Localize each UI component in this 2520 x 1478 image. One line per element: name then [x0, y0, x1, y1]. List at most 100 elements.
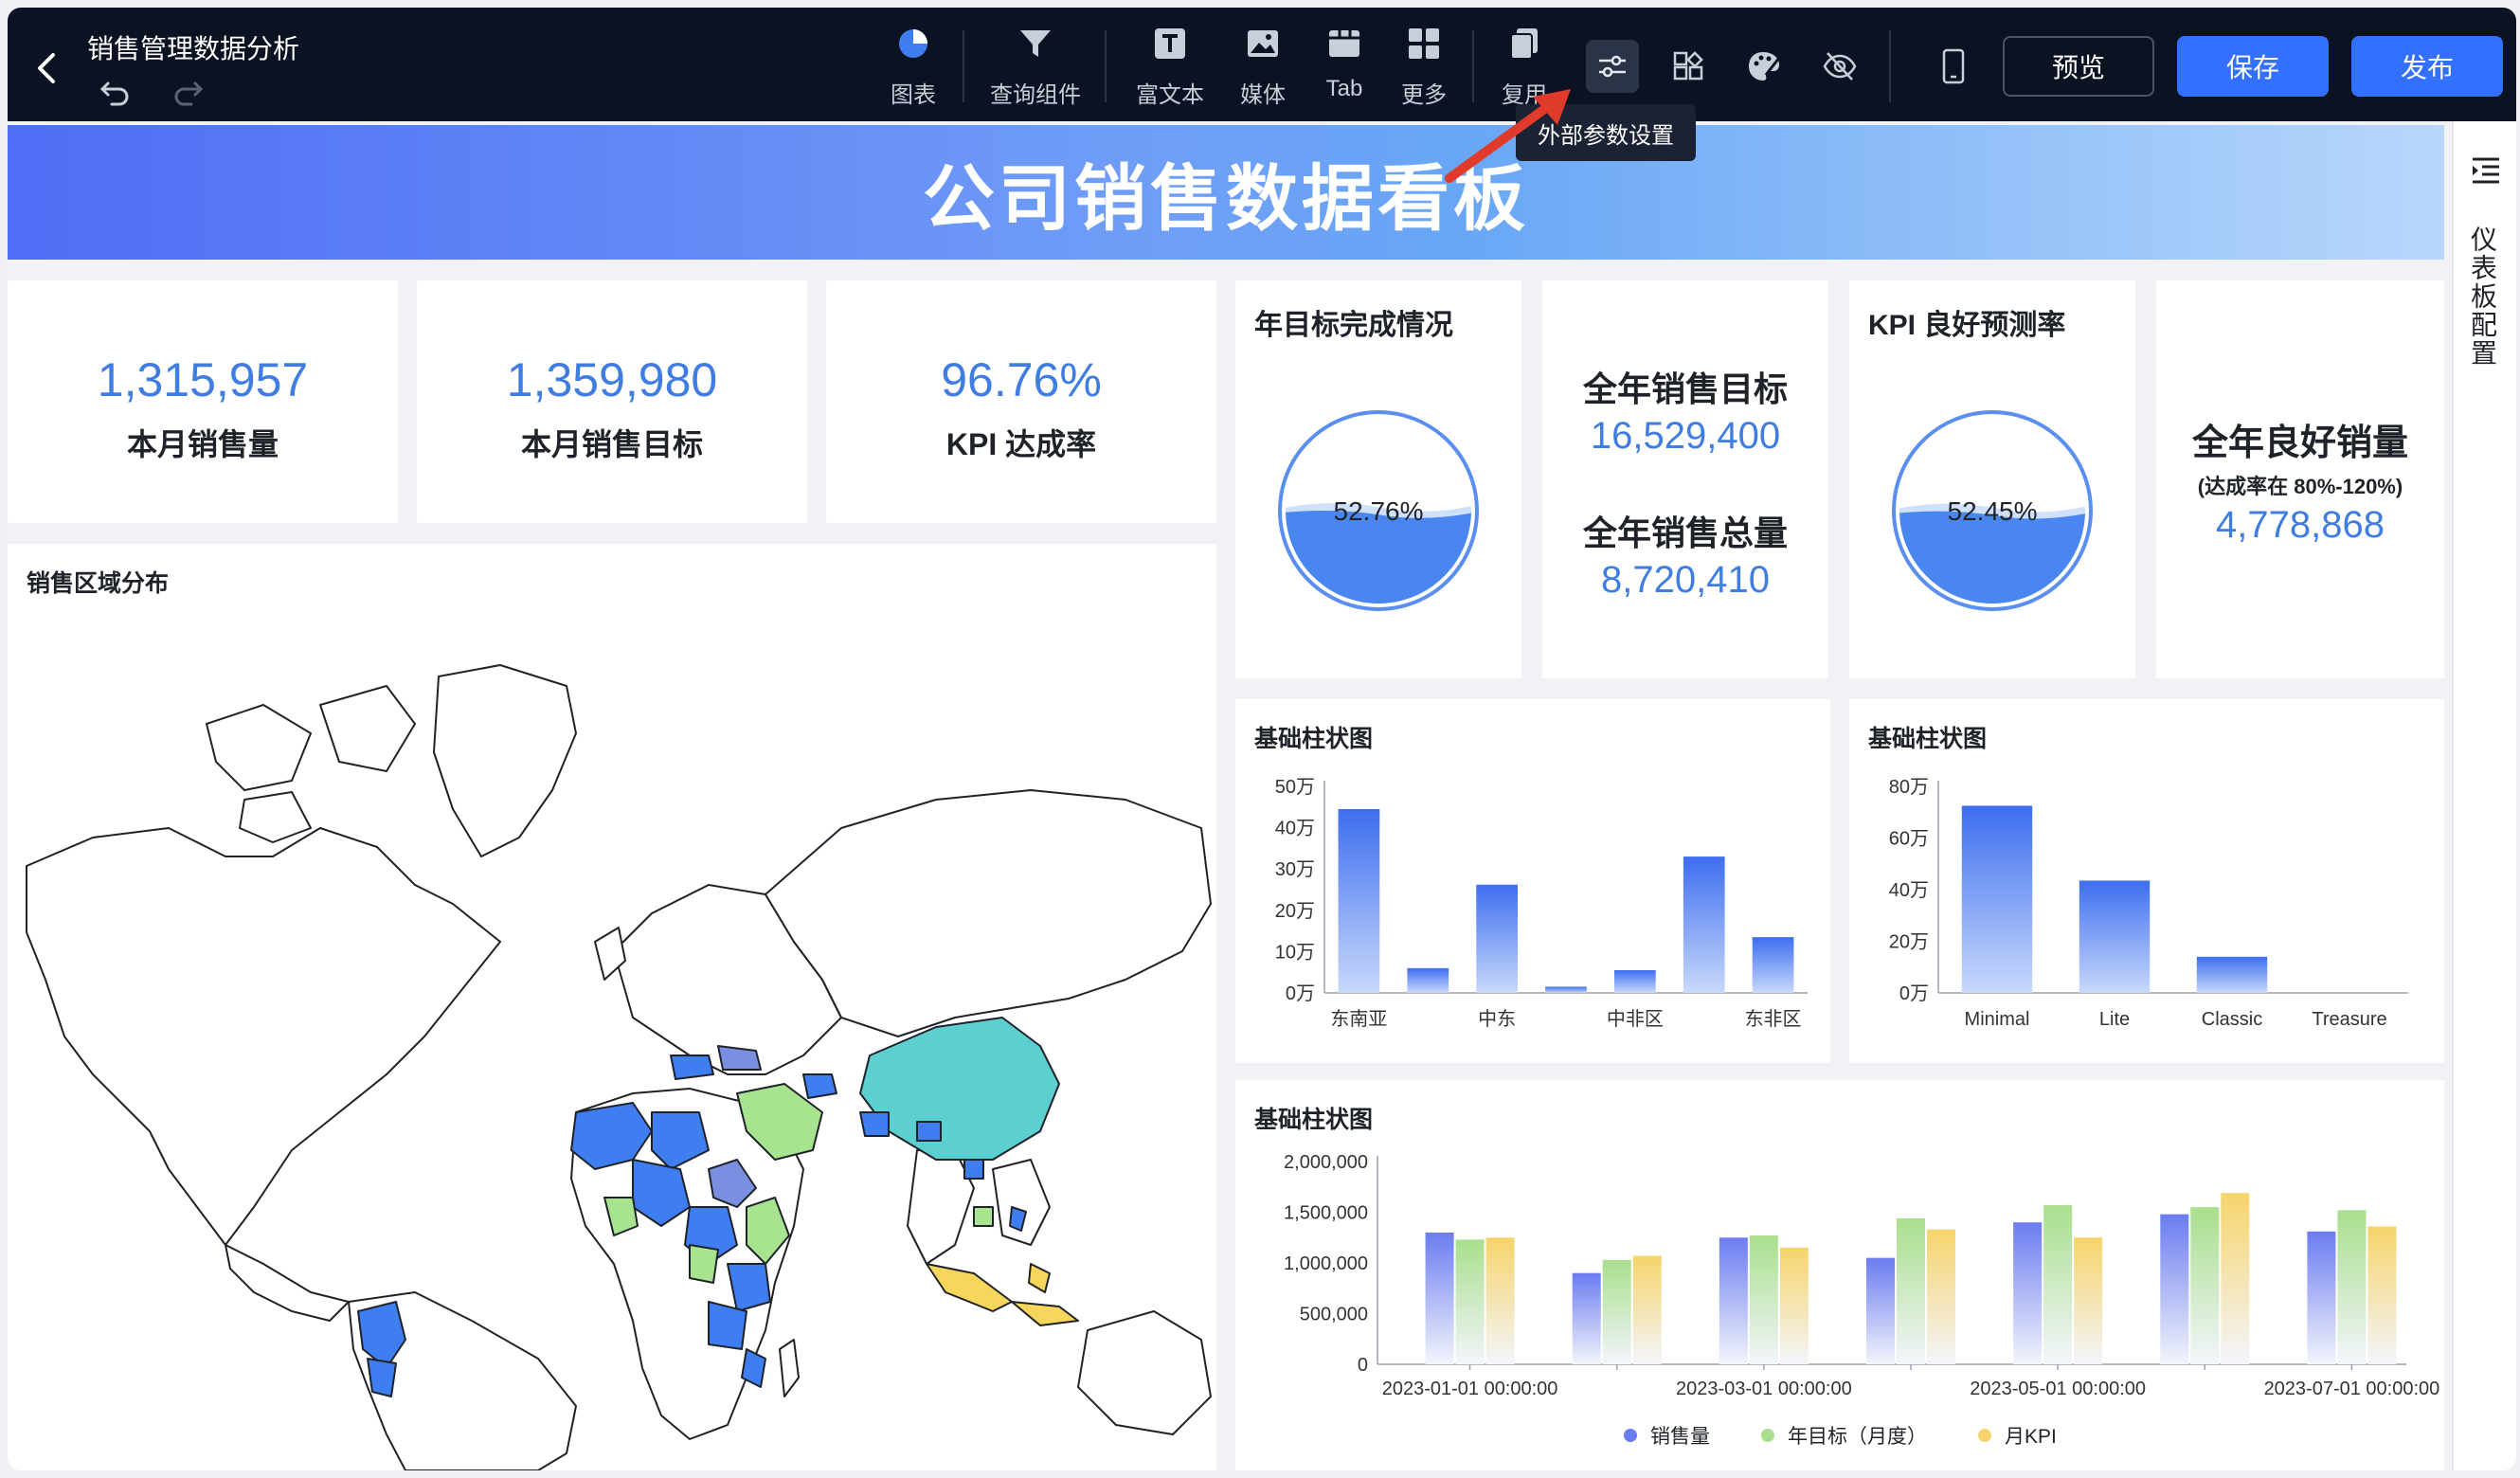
dashboard-config-panel[interactable]: 仪表板配置: [2452, 121, 2516, 1470]
kpi-value: 96.76%: [941, 353, 1102, 406]
x-tick-label: Minimal: [1965, 1009, 2030, 1030]
x-tick-label: 中非区: [1607, 1008, 1664, 1030]
bar: [2013, 1222, 2043, 1364]
image-icon: [1244, 25, 1282, 63]
publish-button[interactable]: 发布: [2351, 36, 2503, 97]
gauge-percent: 52.76%: [1333, 496, 1424, 526]
back-icon[interactable]: [28, 49, 66, 87]
x-tick-label: 东非区: [1745, 1008, 1802, 1030]
kpi-label: KPI 达成率: [945, 427, 1097, 461]
y-tick-label: 2,000,000: [1284, 1152, 1368, 1173]
bar: [2190, 1207, 2220, 1364]
hide-eye-icon[interactable]: [1813, 40, 1866, 93]
annual-target-label: 全年销售目标: [1582, 370, 1788, 408]
annual-target-value: 16,529,400: [1590, 415, 1781, 457]
monthly-bar-chart[interactable]: 0 500,000 1,000,000 1,500,000 2,000,000 2023-…: [1235, 1080, 2444, 1470]
y-tick-label: 0万: [1899, 983, 1929, 1004]
region-bar-chart[interactable]: 0万 10万 20万 30万 40万 50万东南亚 中东 中非区 东非区: [1235, 699, 1830, 1063]
tab-icon: [1325, 25, 1363, 63]
tool-query[interactable]: 查询组件: [983, 25, 1088, 110]
tool-chart[interactable]: 图表: [875, 25, 951, 110]
kpi-card-monthly-target[interactable]: 1,359,980 本月销售目标: [417, 280, 807, 523]
dashboard-config-label[interactable]: 仪表板配置: [2468, 225, 2501, 368]
y-tick-label: 50万: [1275, 777, 1315, 798]
x-tick-label: Classic: [2202, 1009, 2262, 1030]
chart-legend: 销售量 年目标（月度） 月KPI: [1624, 1421, 2057, 1450]
legend-item[interactable]: 销售量: [1624, 1421, 1710, 1450]
product-bar-chart[interactable]: 0万 20万 40万 60万 80万 Minimal Lite Classic Treasure: [1849, 699, 2444, 1063]
bar: [2221, 1193, 2250, 1364]
bar: [1476, 884, 1518, 993]
redo-icon[interactable]: [171, 74, 205, 108]
toolbar-divider: [963, 30, 964, 102]
x-tick-label: Lite: [2099, 1009, 2130, 1030]
bar: [1719, 1237, 1748, 1364]
external-params-icon[interactable]: [1586, 40, 1639, 93]
toolbar-divider: [1889, 30, 1891, 102]
bar: [1572, 1272, 1601, 1364]
collapse-panel-icon[interactable]: [2469, 153, 2503, 188]
year-goal-card[interactable]: 年目标完成情况 52.76%: [1235, 280, 1521, 678]
y-tick-label: 10万: [1275, 942, 1315, 963]
bar: [1614, 970, 1656, 993]
filter-icon: [1017, 25, 1054, 63]
grid-icon: [1405, 25, 1443, 63]
bar: [2367, 1226, 2397, 1364]
region-bar-chart-card[interactable]: 基础柱状图 0万 10万 20万 30万 40万 50万 东南亚 中东 中非区 东非区: [1235, 699, 1830, 1063]
tool-label: 图表: [891, 82, 936, 108]
y-tick-label: 500,000: [1300, 1305, 1368, 1325]
y-tick-label: 60万: [1889, 829, 1929, 850]
legend-item[interactable]: 月KPI: [1978, 1421, 2057, 1450]
card-title: KPI 良好预测率: [1868, 310, 2066, 341]
x-tick-label: 2023-03-01 00:00:00: [1676, 1379, 1852, 1399]
top-toolbar: 销售管理数据分析 图表 查询组件 富文本 媒体 Tab 更多 复用 预览 保存 …: [8, 8, 2516, 121]
preview-button[interactable]: 预览: [2003, 36, 2154, 97]
bar: [1749, 1235, 1778, 1364]
legend-label: 销售量: [1650, 1426, 1710, 1448]
legend-item[interactable]: 年目标（月度）: [1761, 1421, 1927, 1450]
tool-label: Tab: [1325, 76, 1363, 101]
kpi-card-achievement[interactable]: 96.76% KPI 达成率: [826, 280, 1216, 523]
bar: [1897, 1217, 1925, 1364]
bar: [1338, 808, 1380, 993]
tool-label: 富文本: [1136, 82, 1204, 108]
annual-total-value: 8,720,410: [1601, 559, 1770, 601]
y-tick-label: 1,500,000: [1284, 1203, 1368, 1224]
bar: [2160, 1214, 2189, 1364]
legend-label: 年目标（月度）: [1788, 1426, 1927, 1448]
bar: [1455, 1239, 1485, 1364]
good-sales-title: 全年良好销量: [2191, 424, 2408, 463]
monthly-bar-chart-card[interactable]: 基础柱状图 0 500,000 1,000,000 1,500,000 2,000,00…: [1235, 1080, 2444, 1470]
kpi-good-rate-card[interactable]: KPI 良好预测率 52.45%: [1849, 280, 2135, 678]
kpi-card-monthly-sales[interactable]: 1,315,957 本月销售量: [8, 280, 398, 523]
theme-palette-icon[interactable]: [1737, 40, 1791, 93]
tool-tab[interactable]: Tab: [1311, 25, 1377, 110]
dashboard-title[interactable]: 销售管理数据分析: [87, 28, 299, 66]
bar: [1407, 967, 1449, 993]
tool-richtext[interactable]: 富文本: [1127, 25, 1213, 110]
product-bar-chart-card[interactable]: 基础柱状图 0万 20万 40万 60万 80万 Minimal Lite Classic Tr…: [1849, 699, 2444, 1063]
y-tick-label: 40万: [1889, 880, 1929, 901]
sales-region-map-card[interactable]: 销售区域分布: [8, 544, 1216, 1470]
dashboard-banner[interactable]: 公司销售数据看板: [8, 125, 2444, 260]
world-map[interactable]: [8, 544, 1216, 1470]
layout-icon[interactable]: [1662, 40, 1715, 93]
annual-summary-card[interactable]: 全年销售目标 16,529,400 全年销售总量 8,720,410: [1542, 280, 1828, 678]
bar: [2196, 956, 2268, 993]
bar: [1425, 1232, 1454, 1364]
save-button[interactable]: 保存: [2177, 36, 2329, 97]
x-tick-label: 2023-05-01 00:00:00: [1970, 1379, 2146, 1399]
mobile-device-icon[interactable]: [1927, 40, 1980, 93]
y-tick-label: 0万: [1286, 983, 1315, 1004]
bar: [2307, 1231, 2336, 1364]
tool-media[interactable]: 媒体: [1230, 25, 1296, 110]
bar: [1485, 1237, 1515, 1364]
annotation-arrow: [1445, 89, 1571, 183]
card-title: 年目标完成情况: [1254, 310, 1453, 341]
bar: [1632, 1255, 1662, 1364]
bar: [1545, 986, 1587, 993]
undo-icon[interactable]: [99, 74, 133, 108]
good-sales-card[interactable]: 全年良好销量 (达成率在 80%-120%) 4,778,868: [2156, 280, 2444, 678]
y-tick-label: 40万: [1275, 819, 1315, 839]
tool-label: 查询组件: [990, 82, 1081, 108]
